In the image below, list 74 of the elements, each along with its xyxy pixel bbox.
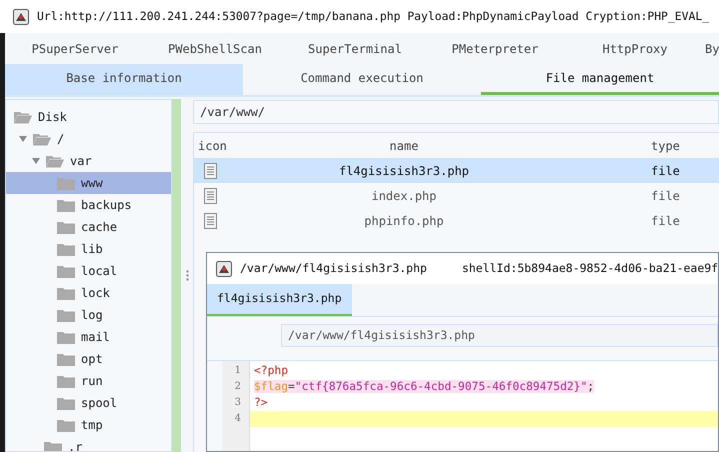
caret-down-icon[interactable] <box>32 158 40 164</box>
file-row[interactable]: index.php file <box>194 183 719 208</box>
plugin-tab[interactable]: PWebShellScan <box>145 33 285 64</box>
tree-item[interactable]: var <box>6 150 171 172</box>
plugin-tab[interactable]: HttpProxy <box>565 33 705 64</box>
tree-item[interactable]: lock <box>6 282 171 304</box>
tree-item[interactable]: backups <box>6 194 171 216</box>
path-field[interactable]: /var/www/ <box>193 100 719 124</box>
folder-icon <box>57 396 75 410</box>
column-header[interactable]: icon <box>194 136 234 154</box>
folder-icon <box>57 374 75 388</box>
table-cell-text: file <box>650 162 680 180</box>
folder-icon <box>57 330 75 344</box>
table-cell-text: file <box>650 212 680 230</box>
folder-icon <box>44 440 62 451</box>
plugin-tab[interactable]: PMeterpreter <box>425 33 565 64</box>
folder-icon <box>57 264 75 278</box>
tree-item[interactable]: log <box>6 304 171 326</box>
table-cell-text: index.php <box>370 188 438 204</box>
document-icon <box>204 162 217 178</box>
tree-item[interactable]: spool <box>6 392 171 414</box>
app-icon <box>13 8 29 24</box>
tree-item[interactable]: cache <box>6 216 171 238</box>
file-path-field[interactable]: /var/www/fl4gisisish3r3.php <box>281 324 718 347</box>
window-title: Url:http://111.200.241.244:53007?page=/tmp/banana.php Payload:PhpDynamicPayload Cryption:PHP_EVAL_ <box>37 8 710 25</box>
folder-icon <box>57 242 75 256</box>
code-editor[interactable]: 1 2 3 4 <?php $flag="ctf{876a5fca-96c6-4cbd-9075-46f0c89475d2}"; ?> <box>207 360 718 451</box>
code-line: ?> <box>253 395 269 411</box>
line-number: 4 <box>234 412 242 426</box>
tree-item[interactable]: mail <box>6 326 171 348</box>
tree-item[interactable]: tmp <box>6 414 171 436</box>
file-row[interactable]: phpinfo.php file <box>194 208 719 233</box>
tree-item[interactable]: / <box>6 128 171 150</box>
caret-down-icon[interactable] <box>19 136 27 142</box>
tree-item[interactable]: .r <box>6 436 171 451</box>
column-header[interactable]: name <box>234 136 574 154</box>
folder-icon <box>57 198 75 212</box>
folder-icon <box>57 176 75 190</box>
open-folder-icon <box>33 132 51 146</box>
document-icon <box>204 212 217 228</box>
plugin-tab[interactable]: PSuperServer <box>5 33 145 64</box>
tree-item[interactable]: lib <box>6 238 171 260</box>
folder-icon <box>57 418 75 432</box>
folder-icon <box>57 286 75 300</box>
plugin-tab[interactable]: By <box>705 33 719 64</box>
table-cell-text: fl4gisisish3r3.php <box>338 162 470 180</box>
open-folder-icon <box>14 110 32 124</box>
tree-item[interactable]: www <box>6 172 171 194</box>
table-cell-text: file <box>650 188 680 204</box>
tree-item[interactable]: local <box>6 260 171 282</box>
tree-item[interactable]: Disk <box>6 106 171 128</box>
editor-window-title: /var/www/fl4gisisish3r3.php <box>240 260 427 277</box>
tab[interactable]: Base information <box>5 64 243 95</box>
plugin-tab[interactable]: SuperTerminal <box>285 33 425 64</box>
open-folder-icon <box>46 154 64 168</box>
line-number: 3 <box>234 396 242 410</box>
document-icon <box>204 188 217 204</box>
folder-icon <box>57 308 75 322</box>
code-line: <?php <box>253 363 290 379</box>
tab[interactable]: Command execution <box>243 64 481 95</box>
folder-icon <box>57 352 75 366</box>
table-cell-text: phpinfo.php <box>363 212 445 230</box>
grip-icon[interactable] <box>186 270 188 281</box>
file-row[interactable]: fl4gisisish3r3.php file <box>194 158 719 183</box>
folder-icon <box>57 220 75 234</box>
tab[interactable]: File management <box>481 64 719 95</box>
shell-id: shellId:5b894ae8-9852-4d06-ba21-eae9f <box>462 260 718 277</box>
file-tab[interactable]: fl4gisisish3r3.php <box>207 284 352 316</box>
app-icon <box>216 260 232 276</box>
tree-item[interactable]: run <box>6 370 171 392</box>
line-number: 2 <box>234 380 242 394</box>
column-header[interactable]: type <box>574 136 680 154</box>
line-number: 1 <box>234 364 242 378</box>
tree-item[interactable]: opt <box>6 348 171 370</box>
